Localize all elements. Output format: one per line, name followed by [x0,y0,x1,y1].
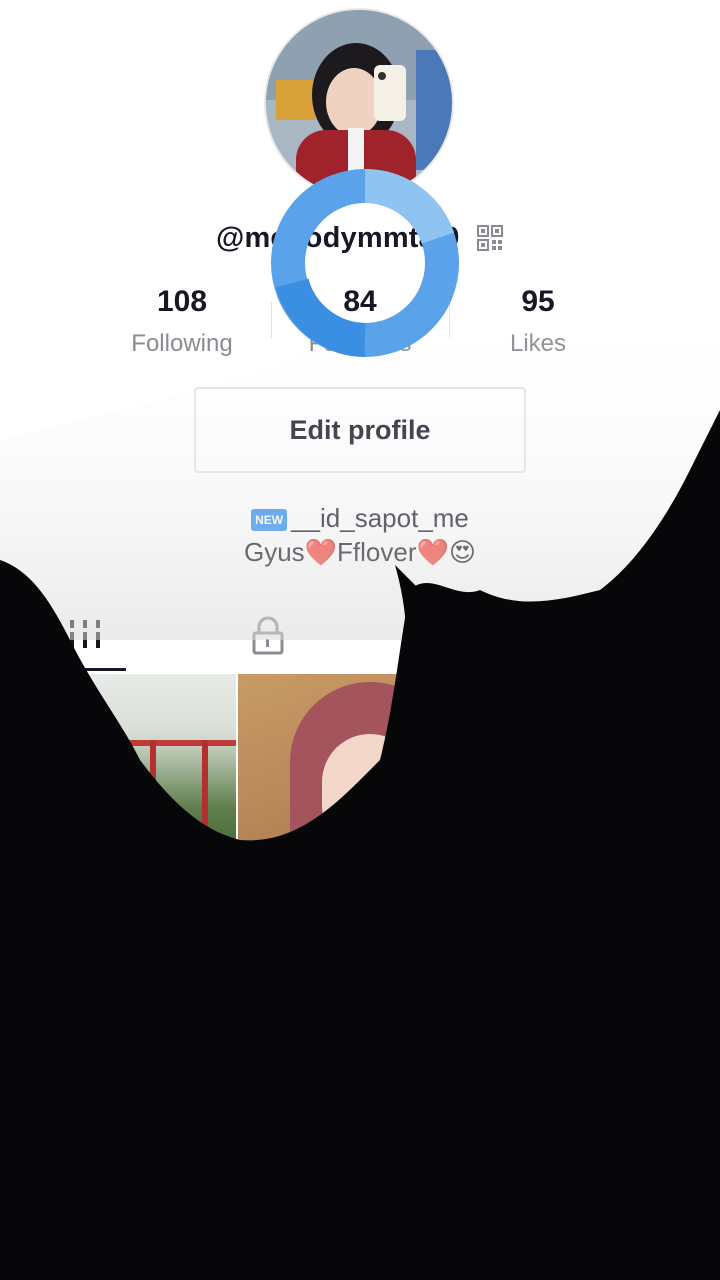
likes-label: Likes [509,330,567,357]
following-count: 108 [156,285,208,318]
video-thumbnail[interactable] [238,674,474,974]
bio-text-1: Gyus [243,537,305,567]
heart-eyes-emoji: 😍 [448,537,476,567]
qr-code-icon[interactable] [476,224,504,252]
stat-following[interactable]: 108 Following [92,282,272,366]
lock-icon [252,616,284,655]
bio-line-2: Gyus❤️Fflover❤️😍 [0,534,720,570]
stat-likes[interactable]: 95 Likes [448,282,628,366]
tab-posts[interactable] [48,608,126,672]
bio-text-2: Fflover [337,537,417,567]
edit-profile-button[interactable]: Edit profile [194,387,526,473]
heart-emoji: ❤️ [304,537,338,567]
video-thumbnail[interactable] [0,674,236,974]
active-tab-indicator [48,668,126,671]
bio-line-1: NEW __id_sapot_me [0,500,720,536]
likes-count: 95 [521,285,555,318]
tab-private[interactable] [228,608,306,672]
heart-emoji: ❤️ [416,537,449,567]
new-badge-icon: NEW [251,509,288,532]
bio-link-text[interactable]: __id_sapot_me [291,503,469,533]
following-label: Following [131,330,233,357]
loading-spinner-icon [271,168,459,357]
grid-icon [70,620,100,648]
